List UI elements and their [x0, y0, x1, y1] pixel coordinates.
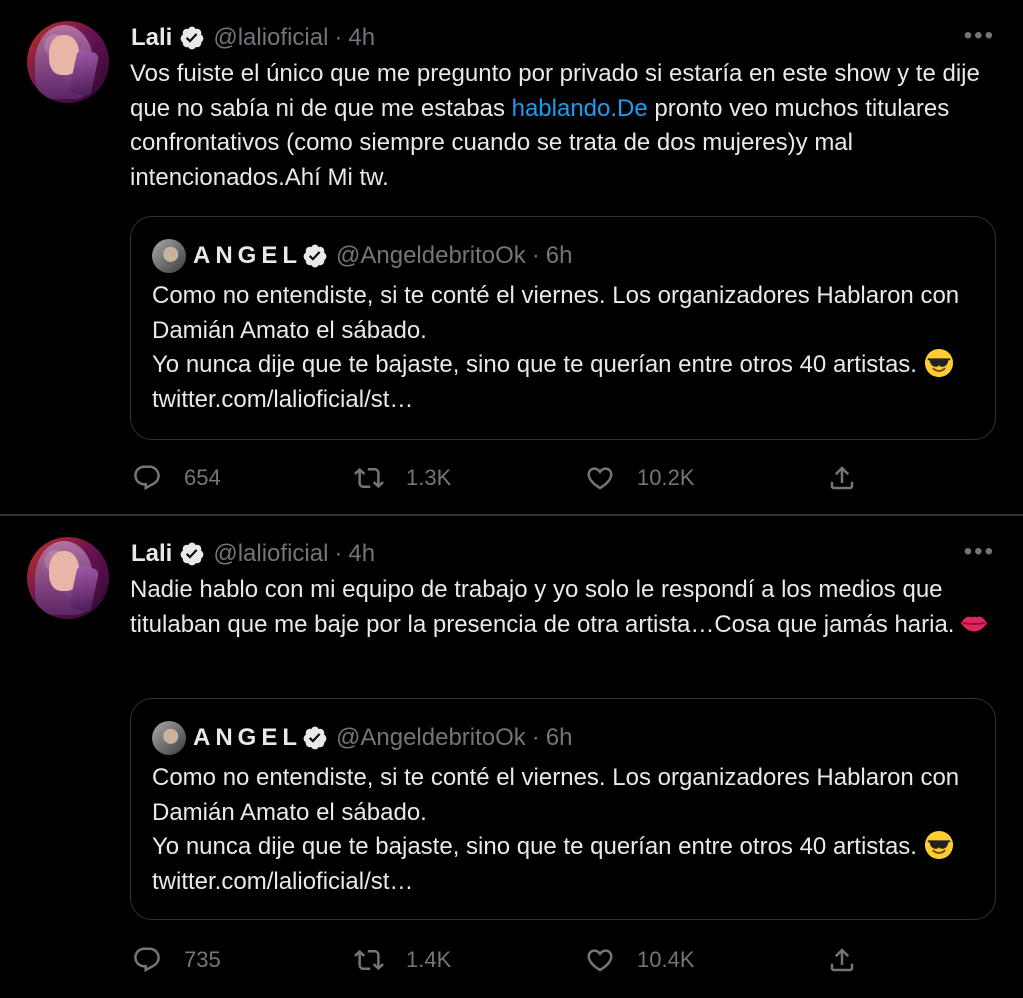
verified-badge-icon	[180, 542, 204, 566]
tweet-time[interactable]: 4h	[348, 540, 375, 568]
like-button[interactable]: 10.2K	[585, 458, 695, 498]
quoted-author-handle: @AngeldebritoOk	[336, 724, 526, 751]
quoted-author-name: ANGEL	[193, 724, 302, 751]
tweet-header: Lali @lalioficial · 4h	[131, 538, 375, 570]
dot-separator: ·	[531, 724, 540, 751]
share-icon	[830, 466, 854, 490]
retweet-icon	[354, 949, 384, 971]
quoted-header: ANGEL @AngeldebritoOk · 6h	[193, 721, 573, 755]
reply-button[interactable]: 654	[132, 458, 221, 498]
reply-icon	[134, 947, 160, 973]
verified-badge-icon	[303, 726, 327, 750]
author-handle[interactable]: @lalioficial	[213, 24, 328, 52]
retweet-count: 1.4K	[406, 947, 452, 972]
avatar[interactable]	[27, 537, 109, 619]
dot-separator: ·	[334, 540, 343, 567]
kiss-mark-emoji-icon	[961, 615, 988, 631]
dot-separator: ·	[334, 24, 343, 51]
quoted-url: twitter.com/lalioficial/st…	[152, 867, 414, 895]
like-count: 10.2K	[637, 465, 695, 490]
quoted-time: 6h	[545, 242, 573, 269]
hashtag-link[interactable]: hablando.De	[512, 95, 648, 122]
retweet-count: 1.3K	[406, 465, 452, 490]
retweet-icon	[354, 467, 384, 489]
reply-button[interactable]: 735	[132, 940, 221, 980]
quoted-tweet[interactable]: ANGEL @AngeldebritoOk · 6h Como no enten…	[130, 216, 996, 440]
author-name[interactable]: Lali	[131, 24, 172, 52]
reply-count: 735	[184, 947, 221, 972]
share-icon	[830, 948, 854, 972]
quoted-author-handle: @AngeldebritoOk	[336, 242, 526, 269]
quoted-text: Como no entendiste, si te conté el viern…	[152, 764, 960, 895]
tweet-actions: 735 1.4K 10.4K	[130, 940, 870, 980]
quoted-tweet[interactable]: ANGEL @AngeldebritoOk · 6h Como no enten…	[130, 698, 996, 920]
like-icon	[587, 467, 613, 490]
dot-separator: ·	[531, 242, 540, 269]
retweet-button[interactable]: 1.3K	[354, 458, 451, 498]
quoted-avatar	[152, 239, 186, 273]
tweet-header: Lali @lalioficial · 4h	[131, 22, 375, 54]
more-icon[interactable]: •••	[964, 24, 995, 48]
sunglasses-emoji-icon	[924, 348, 953, 378]
quoted-text: Como no entendiste, si te conté el viern…	[152, 282, 960, 413]
reply-icon	[134, 465, 160, 491]
quoted-time: 6h	[545, 724, 573, 751]
quoted-url: twitter.com/lalioficial/st…	[152, 385, 414, 413]
like-icon	[587, 949, 613, 972]
tweet-actions: 654 1.3K 10.2K	[130, 458, 870, 498]
tweet-text: Nadie hablo con mi equipo de trabajo y y…	[130, 573, 1005, 642]
verified-badge-icon	[180, 26, 204, 50]
avatar[interactable]	[27, 21, 109, 103]
author-handle[interactable]: @lalioficial	[213, 540, 328, 568]
tweet[interactable]: Lali @lalioficial · 4h ••• Vos fuiste el…	[0, 0, 1023, 514]
tweet-time[interactable]: 4h	[348, 24, 375, 52]
quoted-author-name: ANGEL	[193, 242, 302, 269]
quoted-avatar	[152, 721, 186, 755]
share-button[interactable]	[827, 458, 857, 498]
like-count: 10.4K	[637, 947, 695, 972]
author-name[interactable]: Lali	[131, 540, 172, 568]
tweet-text: Vos fuiste el único que me pregunto por …	[130, 60, 980, 191]
more-icon[interactable]: •••	[964, 540, 995, 564]
tweet[interactable]: Lali @lalioficial · 4h ••• Nadie hablo c…	[0, 516, 1023, 998]
share-button[interactable]	[827, 940, 857, 980]
retweet-button[interactable]: 1.4K	[354, 940, 451, 980]
quoted-header: ANGEL @AngeldebritoOk · 6h	[193, 239, 573, 273]
reply-count: 654	[184, 465, 221, 490]
like-button[interactable]: 10.4K	[585, 940, 695, 980]
sunglasses-emoji-icon	[924, 830, 953, 860]
verified-badge-icon	[303, 244, 327, 268]
